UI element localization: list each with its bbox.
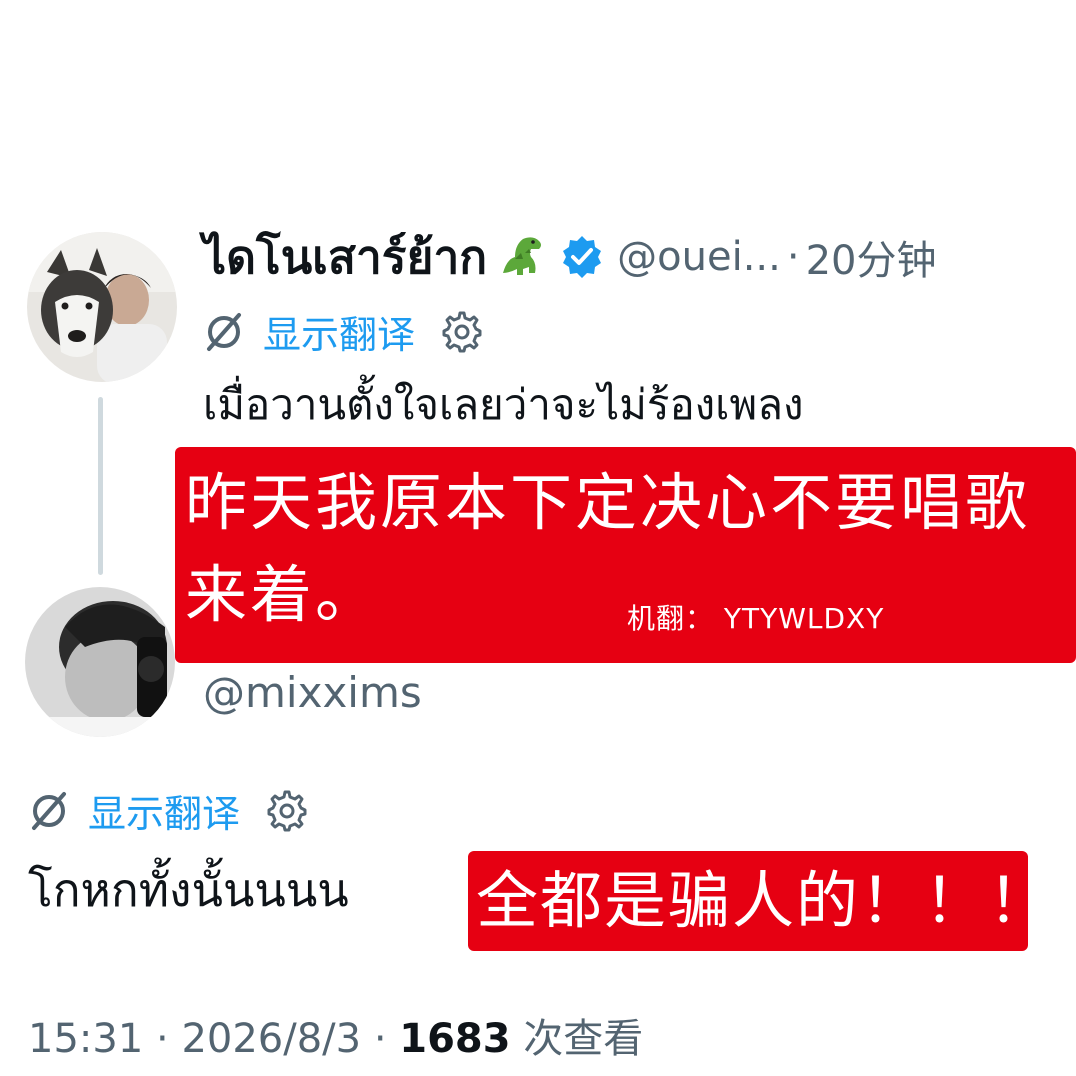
views-count[interactable]: 1683: [399, 1016, 510, 1062]
tweet-time-ago[interactable]: 20分钟: [806, 228, 937, 286]
avatar-reply-author[interactable]: [25, 587, 175, 737]
tweet-footer: 15:31 · 2026/8/3 · 1683 次查看: [28, 1006, 643, 1064]
footer-separator: ·: [156, 1016, 169, 1062]
footer-separator: ·: [373, 1016, 387, 1062]
display-name[interactable]: ไดโนเสาร์ย้าก: [203, 221, 487, 294]
post-date[interactable]: 2026/8/3: [181, 1016, 361, 1062]
reply-handle[interactable]: @mixxims: [203, 668, 422, 717]
show-translation-link[interactable]: 显示翻译: [263, 304, 415, 359]
reply-tweet-text: โกหกทั้งนั้นนนน: [28, 863, 349, 917]
t-rex-icon: [493, 229, 549, 285]
avatar-photo-icon: [25, 587, 175, 737]
gear-icon[interactable]: [266, 790, 308, 832]
quoted-tweet-text: เมื่อวานตั้งใจเลยว่าจะไม่ร้องเพลง: [203, 380, 804, 429]
annotation-bottom-text: 全都是骗人的！！！: [476, 864, 1053, 937]
avatar-quoted-author[interactable]: [27, 232, 177, 382]
translate-icon: [28, 790, 70, 832]
show-translation-link[interactable]: 显示翻译: [88, 783, 240, 838]
quoted-tweet-header: ไดโนเสาร์ย้าก @ouei... · 20分钟: [203, 222, 936, 292]
avatar-photo-icon: [27, 232, 177, 382]
translate-row-reply: 显示翻译: [28, 783, 308, 838]
annotation-translation-top: 昨天我原本下定决心不要唱歌来着。 机翻： YTYWLDXY: [175, 447, 1076, 663]
post-time[interactable]: 15:31: [28, 1016, 143, 1062]
thread-connector-line: [98, 397, 103, 575]
author-handle[interactable]: @ouei...: [617, 234, 781, 280]
annotation-credit: 机翻： YTYWLDXY: [627, 602, 885, 635]
translate-icon: [203, 311, 245, 353]
header-separator: ·: [786, 234, 800, 280]
annotation-translation-bottom: 全都是骗人的！！！: [468, 851, 1050, 951]
views-label: 次查看: [523, 1016, 644, 1062]
gear-icon[interactable]: [441, 311, 483, 353]
translate-row-quoted: 显示翻译: [203, 304, 483, 359]
verified-badge-icon[interactable]: [559, 234, 605, 280]
